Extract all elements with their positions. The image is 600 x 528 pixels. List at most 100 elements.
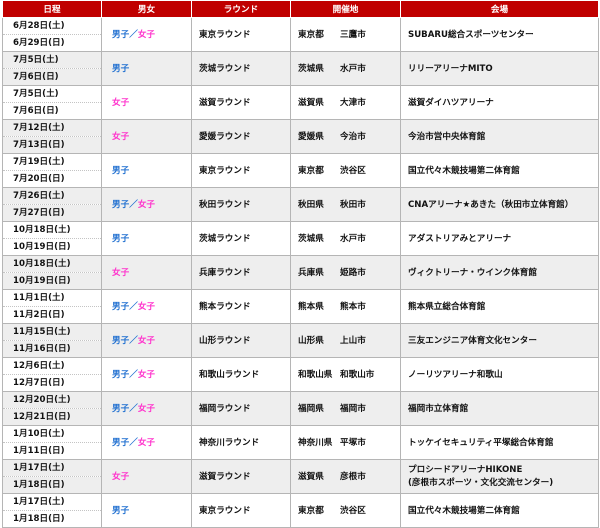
city: 姫路市 [340, 267, 366, 278]
end-date: 10月19日(日) [2, 238, 102, 256]
schedule-body: 6月28日(土) 男子／女子 東京ラウンド 東京都 三鷹市 SUBARU総合スポーツセンタ… [2, 17, 599, 528]
venue-cell: 三友エンジニア体育文化センター [400, 323, 599, 358]
venue-name: ヴィクトリーナ・ウインク体育館 [408, 267, 537, 278]
start-date: 12月20日(土) [2, 391, 102, 409]
venue-cell: 今治市営中央体育館 [400, 119, 599, 154]
gender-male: 男子 [112, 233, 130, 244]
venue-cell: プロシードアリーナHIKONE (彦根市スポーツ・文化交流センター) [400, 459, 599, 494]
location-cell: 東京都 三鷹市 [290, 17, 401, 52]
gender-cell: 男子／女子 [101, 17, 192, 52]
gender-cell: 男子 [101, 153, 192, 188]
venue-name: CNAアリーナ★あきた（秋田市立体育館） [408, 199, 574, 210]
venue-cell: 国立代々木競技場第二体育館 [400, 153, 599, 188]
round-cell: 茨城ラウンド [191, 51, 291, 86]
table-row: 12月20日(土) 男子／女子 福岡ラウンド 福岡県 福岡市 福岡市立体育館 [2, 391, 599, 426]
table-row: 10月18日(土) 女子 兵庫ラウンド 兵庫県 姫路市 ヴィクトリーナ・ウインク体育館 [2, 255, 599, 290]
prefecture: 山形県 [298, 335, 324, 346]
gender-female: 女子 [112, 471, 130, 482]
venue-cell: 熊本県立総合体育館 [400, 289, 599, 324]
city: 渋谷区 [340, 165, 366, 176]
table-row: 1月17日(土) 女子 滋賀ラウンド 滋賀県 彦根市 プロシードアリーナHIKONE (彦根… [2, 459, 599, 494]
venue-cell: アダストリアみとアリーナ [400, 221, 599, 256]
venue-cell: 福岡市立体育館 [400, 391, 599, 426]
venue-cell: ノーリツアリーナ和歌山 [400, 357, 599, 392]
city: 福岡市 [340, 403, 366, 414]
table-row: 10月18日(土) 男子 茨城ラウンド 茨城県 水戸市 アダストリアみとアリーナ [2, 221, 599, 256]
gender-male: 男子 [112, 403, 130, 414]
venue-name: 国立代々木競技場第二体育館 [408, 505, 520, 516]
header-row: 日程 男女 ラウンド 開催地 会場 [2, 1, 599, 18]
start-date: 11月15日(土) [2, 323, 102, 341]
start-date: 7月5日(土) [2, 85, 102, 103]
round-cell: 熊本ラウンド [191, 289, 291, 324]
gender-separator: ／ [129, 29, 138, 40]
gender-cell: 男子／女子 [101, 391, 192, 426]
gender-cell: 男子／女子 [101, 187, 192, 222]
header-venue: 会場 [400, 1, 599, 18]
gender-male: 男子 [112, 437, 130, 448]
gender-cell: 男子／女子 [101, 323, 192, 358]
gender-male: 男子 [112, 369, 130, 380]
location-cell: 神奈川県 平塚市 [290, 425, 401, 460]
table-row: 11月1日(土) 男子／女子 熊本ラウンド 熊本県 熊本市 熊本県立総合体育館 [2, 289, 599, 324]
header-gender: 男女 [101, 1, 192, 18]
gender-female: 女子 [112, 131, 130, 142]
gender-cell: 女子 [101, 119, 192, 154]
round-cell: 茨城ラウンド [191, 221, 291, 256]
location-cell: 東京都 渋谷区 [290, 153, 401, 188]
round-cell: 神奈川ラウンド [191, 425, 291, 460]
end-date: 7月20日(日) [2, 170, 102, 188]
city: 平塚市 [340, 437, 366, 448]
venue-name: トッケイセキュリティ平塚総合体育館 [408, 437, 554, 448]
gender-cell: 女子 [101, 459, 192, 494]
prefecture: 秋田県 [298, 199, 324, 210]
start-date: 10月18日(土) [2, 221, 102, 239]
gender-male: 男子 [112, 301, 130, 312]
gender-male: 男子 [112, 29, 130, 40]
prefecture: 兵庫県 [298, 267, 324, 278]
city: 彦根市 [340, 471, 366, 482]
start-date: 7月12日(土) [2, 119, 102, 137]
start-date: 6月28日(土) [2, 17, 102, 35]
prefecture: 愛媛県 [298, 131, 324, 142]
round-cell: 兵庫ラウンド [191, 255, 291, 290]
gender-separator: ／ [129, 403, 138, 414]
city: 上山市 [340, 335, 366, 346]
location-cell: 福岡県 福岡市 [290, 391, 401, 426]
venue-name: アダストリアみとアリーナ [408, 233, 512, 244]
venue-name: SUBARU総合スポーツセンター [408, 29, 534, 40]
venue-cell: 滋賀ダイハツアリーナ [400, 85, 599, 120]
end-date: 7月6日(日) [2, 102, 102, 120]
table-row: 11月15日(土) 男子／女子 山形ラウンド 山形県 上山市 三友エンジニア体育文化センタ… [2, 323, 599, 358]
table-row: 1月17日(土) 男子 東京ラウンド 東京都 渋谷区 国立代々木競技場第二体育館 [2, 493, 599, 528]
venue-name: 滋賀ダイハツアリーナ [408, 97, 494, 108]
location-cell: 山形県 上山市 [290, 323, 401, 358]
gender-female: 女子 [137, 403, 156, 414]
venue-cell: 国立代々木競技場第二体育館 [400, 493, 599, 528]
start-date: 7月5日(土) [2, 51, 102, 69]
table-row: 7月12日(土) 女子 愛媛ラウンド 愛媛県 今治市 今治市営中央体育館 [2, 119, 599, 154]
end-date: 1月11日(日) [2, 442, 102, 460]
gender-male: 男子 [112, 63, 130, 74]
prefecture: 滋賀県 [298, 471, 324, 482]
city: 水戸市 [340, 63, 366, 74]
venue-name: プロシードアリーナHIKONE [408, 464, 523, 475]
prefecture: 滋賀県 [298, 97, 324, 108]
location-cell: 兵庫県 姫路市 [290, 255, 401, 290]
gender-separator: ／ [129, 437, 138, 448]
gender-separator: ／ [129, 199, 138, 210]
location-cell: 茨城県 水戸市 [290, 221, 401, 256]
start-date: 7月26日(土) [2, 187, 102, 205]
gender-female: 女子 [137, 437, 156, 448]
table-row: 7月26日(土) 男子／女子 秋田ラウンド 秋田県 秋田市 CNAアリーナ★あきた（秋田市… [2, 187, 599, 222]
round-cell: 福岡ラウンド [191, 391, 291, 426]
header-round: ラウンド [191, 1, 291, 18]
gender-female: 女子 [137, 369, 156, 380]
round-cell: 愛媛ラウンド [191, 119, 291, 154]
city: 熊本市 [340, 301, 366, 312]
prefecture: 茨城県 [298, 63, 324, 74]
end-date: 7月13日(日) [2, 136, 102, 154]
table-row: 7月19日(土) 男子 東京ラウンド 東京都 渋谷区 国立代々木競技場第二体育館 [2, 153, 599, 188]
round-cell: 東京ラウンド [191, 493, 291, 528]
city: 今治市 [340, 131, 366, 142]
